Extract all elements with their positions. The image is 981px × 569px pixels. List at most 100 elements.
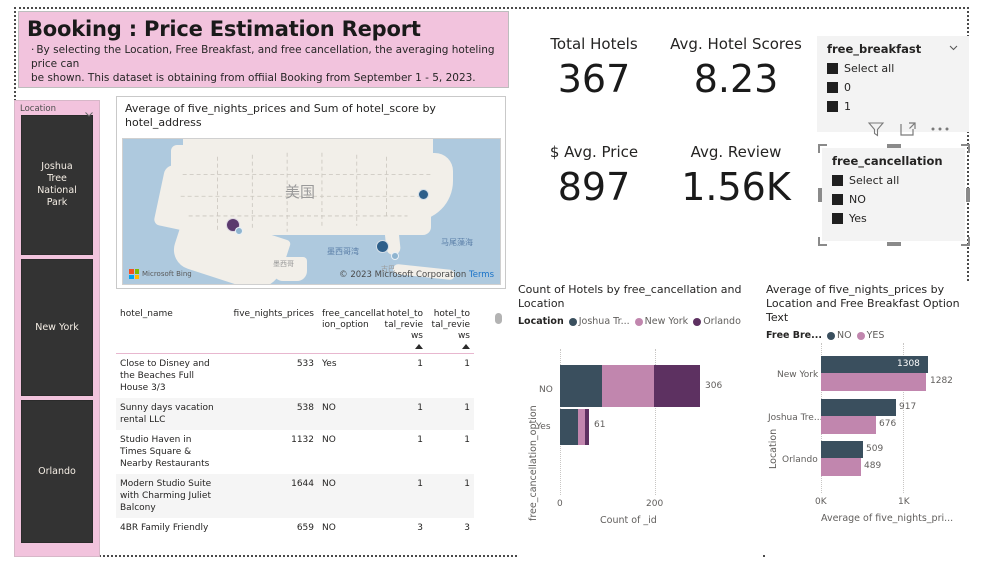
location-slicer-header: Location — [15, 101, 99, 117]
bar-label-orlando-yes: 489 — [864, 461, 882, 471]
cell-hotel_name: Studio Haven in Times Square & Nearby Re… — [120, 435, 210, 469]
location-slicer-title: Location — [20, 103, 56, 114]
chart-title-right: Average of five_nights_prices by Locatio… — [766, 283, 960, 324]
kpi-card-total-hotels[interactable]: Total Hotels 367 — [524, 34, 664, 102]
cell-hotel_total_reviews_1: 1 — [417, 359, 423, 369]
legend-item-joshua[interactable]: Joshua Tr... — [568, 316, 630, 327]
map-canvas[interactable]: 美国 墨西哥湾 马尾藻海 墨西哥 古巴 Microsoft Bing © 202… — [122, 138, 501, 285]
map-bubble-0[interactable] — [418, 189, 429, 200]
map-bubble-4[interactable] — [391, 252, 399, 260]
free-cancellation-option-no[interactable]: NO — [832, 190, 955, 209]
bar-label-new-york-yes: 1282 — [930, 376, 953, 386]
table-row[interactable]: Studio Haven in Times Square & Nearby Re… — [116, 430, 474, 474]
table-row[interactable]: Sunny days vacation rental LLC 538 NO 1 1 — [116, 398, 474, 430]
free-cancellation-option-yes[interactable]: Yes — [832, 209, 955, 228]
location-slicer[interactable]: Location Joshua Tree National Park New Y… — [14, 100, 100, 557]
hotels-table-visual[interactable]: hotel_name five_nights_prices free_cance… — [116, 303, 506, 551]
kpi-card-avg-hotel-scores[interactable]: Avg. Hotel Scores 8.23 — [666, 34, 806, 102]
report-page: Booking : Price Estimation Report · By se… — [0, 0, 981, 569]
kpi-value-avg-review: 1.56K — [681, 165, 791, 209]
legend-swatch-joshua — [568, 317, 577, 326]
free-cancellation-option-select-all[interactable]: Select all — [832, 171, 955, 190]
table-scrollbar[interactable] — [495, 309, 502, 549]
y-tick-label-orlando: Orlando — [782, 455, 818, 465]
chevron-down-icon[interactable] — [948, 42, 959, 56]
bar-joshua-yes — [821, 416, 876, 434]
free-cancellation-slicer-header: free_cancellation — [832, 154, 955, 168]
sidebar-item-new-york[interactable]: New York — [21, 259, 93, 396]
cell-hotel_total_reviews_2: 1 — [464, 359, 470, 369]
filter-icon[interactable] — [866, 119, 886, 139]
legend-item-new-york[interactable]: New York — [634, 316, 689, 327]
legend-item-orlando[interactable]: Orlando — [693, 316, 741, 327]
kpi-card-avg-price[interactable]: $ Avg. Price 897 — [524, 142, 664, 210]
map-terms-link[interactable]: Terms — [469, 270, 494, 280]
checkbox-icon[interactable] — [832, 194, 843, 205]
column-header-free-cancellation-option[interactable]: free_cancellat ion_option — [318, 303, 385, 354]
checkbox-icon[interactable] — [827, 82, 838, 93]
column-header-five-nights-prices[interactable]: five_nights_prices — [222, 303, 318, 354]
x-axis-title-right: Average of five_nights_pri... — [821, 513, 954, 524]
bar-orlando-no — [821, 441, 863, 458]
chevron-down-icon[interactable] — [84, 104, 94, 117]
focus-mode-icon[interactable] — [898, 119, 918, 139]
location-slicer-items: Joshua Tree National Park New York Orlan… — [15, 115, 99, 543]
free-breakfast-option-0[interactable]: 0 — [827, 78, 959, 97]
cell-hotel_name: Sunny days vacation rental LLC — [120, 403, 214, 425]
resize-handle-bottom — [887, 242, 901, 246]
kpi-label-total-hotels: Total Hotels — [550, 35, 638, 53]
table-row[interactable]: Close to Disney and the Beaches Full Hou… — [116, 354, 474, 399]
x-tick-label-0k: 0K — [815, 497, 827, 507]
cell-five_nights_prices: 1132 — [291, 435, 314, 445]
column-header-label-3: hotel_to tal_revie ws — [384, 309, 423, 341]
report-subtitle: · By selecting the Location, Free Breakfa… — [31, 43, 500, 85]
free-cancellation-slicer[interactable]: free_cancellation Select all NO Yes — [822, 148, 965, 241]
sidebar-item-orlando[interactable]: Orlando — [21, 400, 93, 543]
table-row[interactable]: 4BR Family Friendly 659 NO 3 3 — [116, 518, 474, 538]
free-cancellation-option-label-1: NO — [849, 193, 866, 206]
checkbox-icon[interactable] — [832, 175, 843, 186]
page-title: Booking : Price Estimation Report — [27, 17, 421, 41]
cell-free_cancellation_option: NO — [322, 403, 336, 413]
cell-hotel_total_reviews_2: 3 — [464, 523, 470, 533]
chart-avg-price-by-location-breakfast[interactable]: Average of five_nights_prices by Locatio… — [766, 283, 970, 557]
column-header-hotel-name[interactable]: hotel_name — [116, 303, 222, 354]
cell-hotel_total_reviews_1: 1 — [417, 479, 423, 489]
checkbox-icon[interactable] — [827, 101, 838, 112]
map-visual[interactable]: Average of five_nights_prices and Sum of… — [116, 96, 506, 289]
x-tick-label-200: 200 — [646, 499, 664, 509]
free-breakfast-option-label-2: 1 — [844, 100, 851, 113]
cell-hotel_name: 4BR Family Friendly — [120, 523, 209, 533]
free-breakfast-slicer[interactable]: free_breakfast Select all 0 1 — [817, 36, 969, 132]
location-item-label-1: New York — [35, 321, 79, 333]
sidebar-item-joshua-tree[interactable]: Joshua Tree National Park — [21, 115, 93, 255]
kpi-value-avg-price: 897 — [557, 165, 631, 209]
bar-no-orlando — [654, 365, 700, 407]
map-label-gulf: 墨西哥湾 — [327, 247, 359, 256]
checkbox-icon[interactable] — [832, 213, 843, 224]
cell-five_nights_prices: 659 — [296, 523, 314, 533]
table-scrollbar-thumb[interactable] — [495, 313, 502, 324]
map-label-mexico: 墨西哥 — [273, 260, 294, 268]
cell-free_cancellation_option: NO — [322, 479, 336, 489]
column-header-hotel-total-reviews-2[interactable]: hotel_to tal_revie ws — [427, 303, 474, 354]
map-bubble-2[interactable] — [235, 227, 243, 235]
legend-label-new-york: New York — [644, 316, 689, 327]
bullet-glyph: · — [31, 44, 35, 56]
legend-title-left: Location — [518, 316, 564, 327]
free-breakfast-slicer-title: free_breakfast — [827, 42, 922, 56]
table-row[interactable]: Modern Studio Suite with Charming Juliet… — [116, 474, 474, 518]
map-credit: © 2023 Microsoft Corporation Terms — [339, 270, 494, 280]
free-breakfast-option-1[interactable]: 1 — [827, 97, 959, 116]
chart-count-hotels-by-cancellation[interactable]: Count of Hotels by free_cancellation and… — [518, 283, 762, 557]
kpi-card-avg-review[interactable]: Avg. Review 1.56K — [666, 142, 806, 210]
more-options-icon[interactable] — [930, 125, 950, 133]
column-header-hotel-total-reviews-1[interactable]: hotel_to tal_revie ws — [380, 303, 427, 354]
map-bubble-3[interactable] — [376, 240, 389, 253]
free-breakfast-option-select-all[interactable]: Select all — [827, 59, 959, 78]
table-header: hotel_name five_nights_prices free_cance… — [116, 303, 474, 354]
bar-label-joshua-yes: 676 — [879, 419, 897, 429]
checkbox-icon[interactable] — [827, 63, 838, 74]
bar-yes-new-york — [578, 409, 585, 445]
x-axis-title-left: Count of _id — [600, 515, 657, 526]
